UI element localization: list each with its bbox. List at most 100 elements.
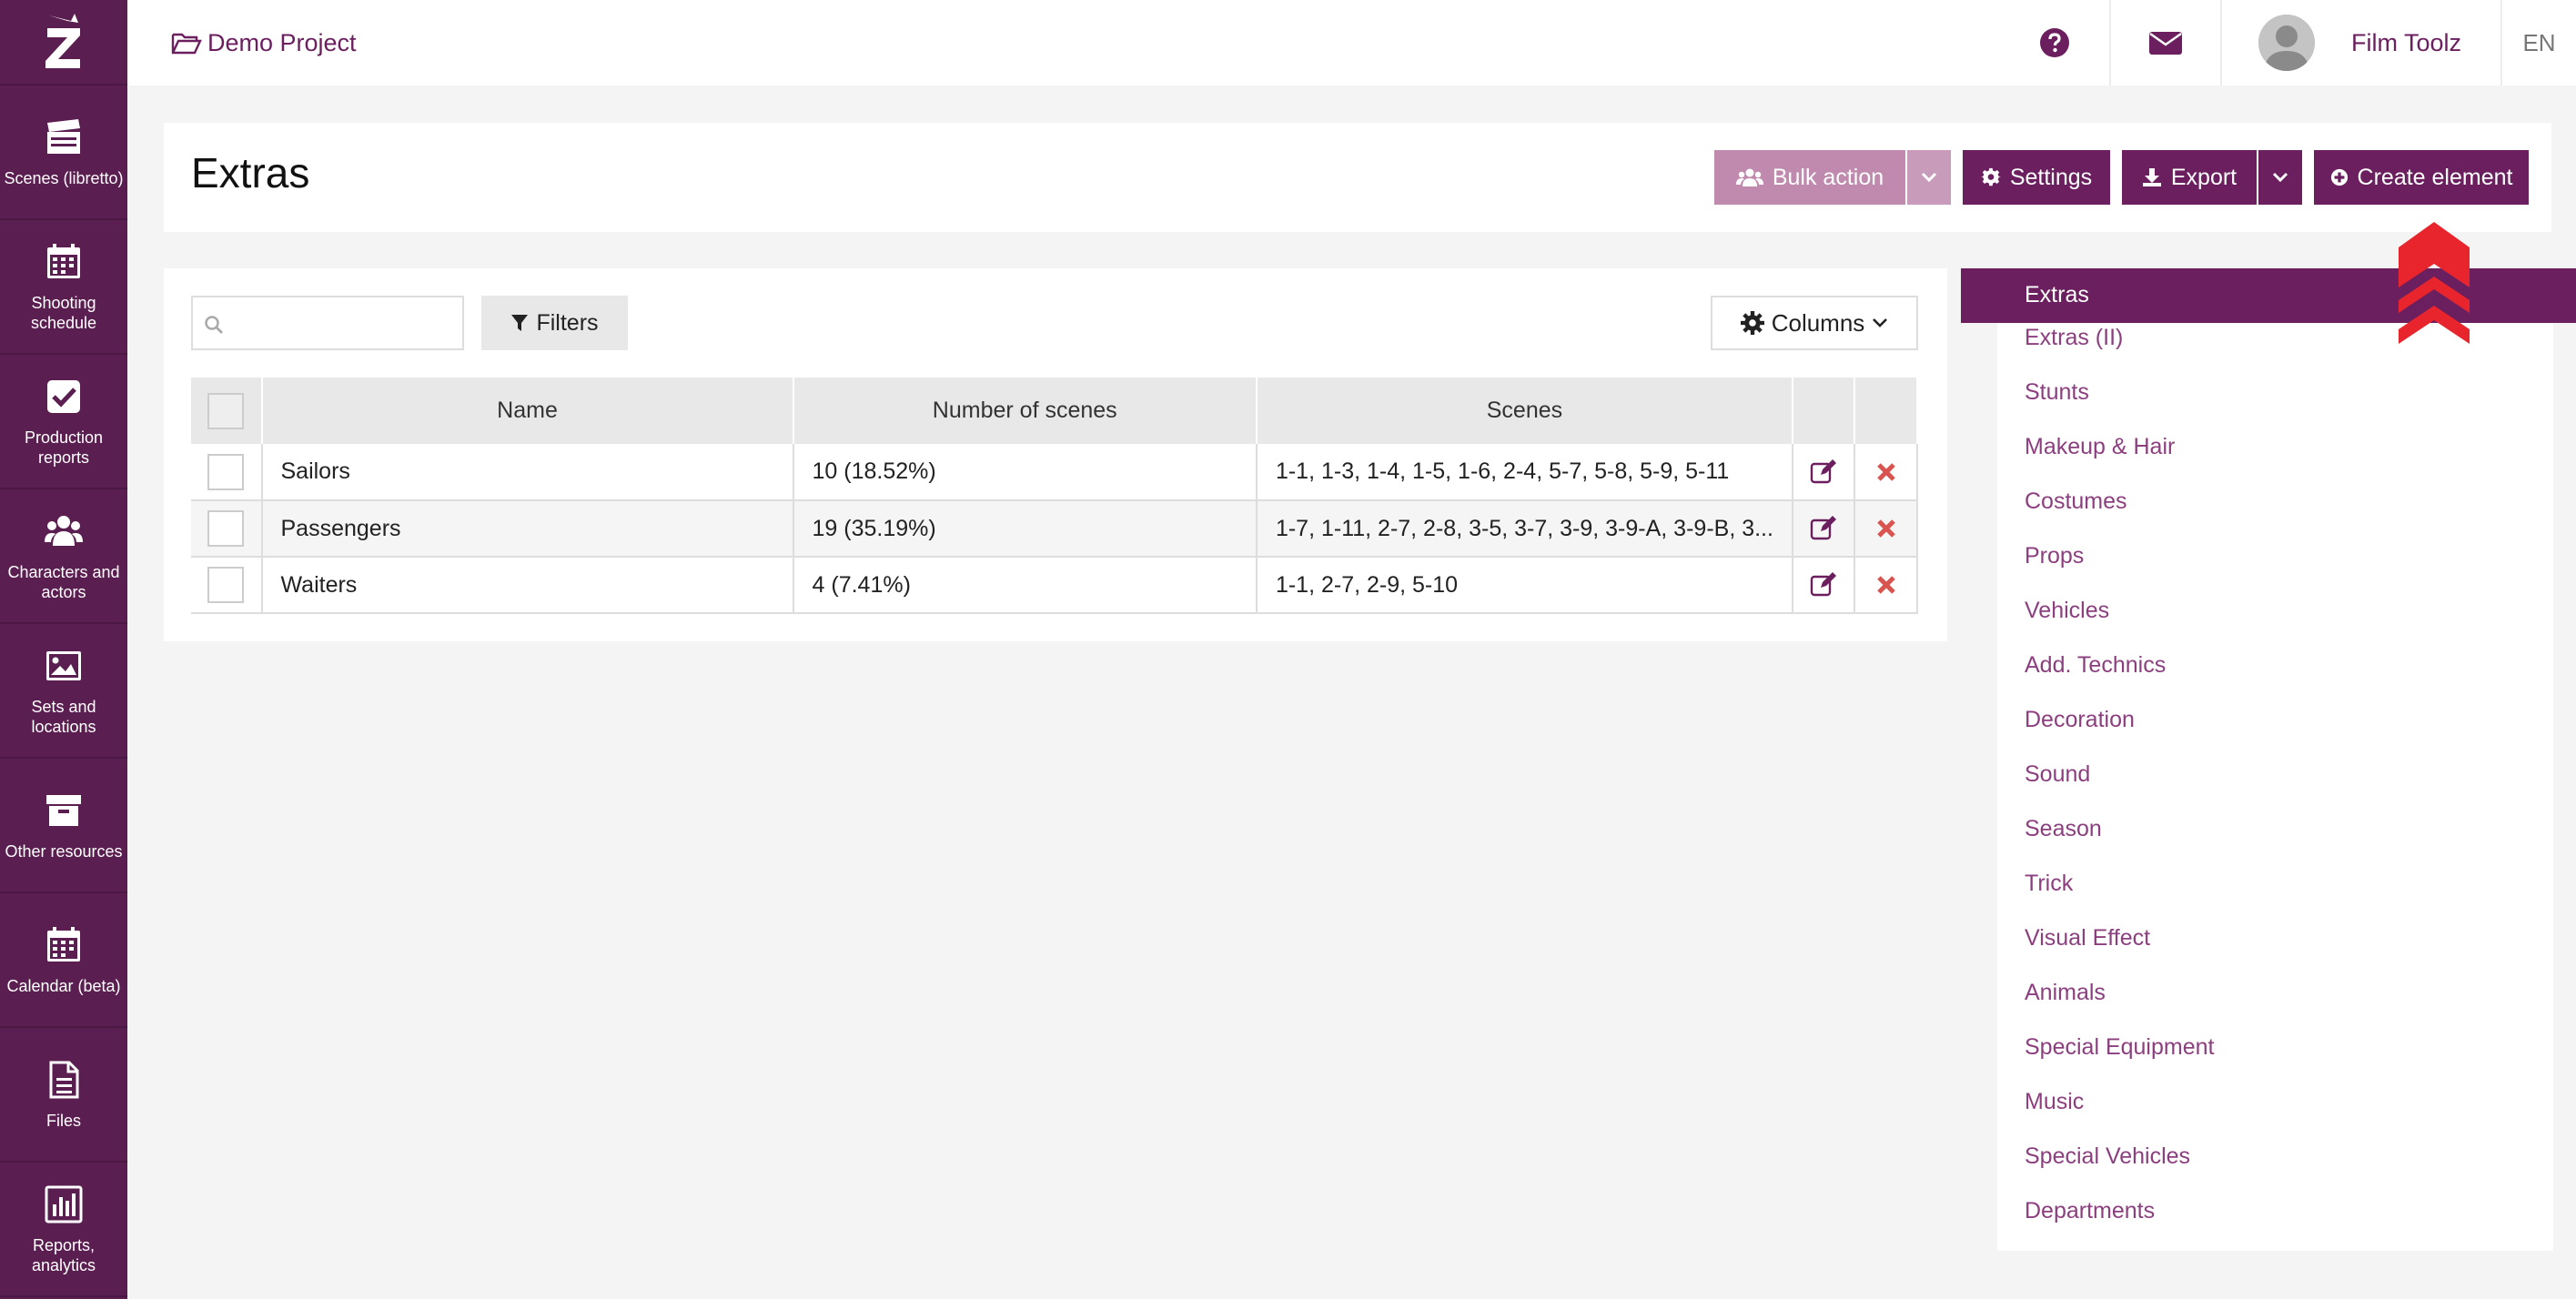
- category-item-sound[interactable]: Sound: [2025, 761, 2090, 788]
- row-checkbox[interactable]: [207, 510, 245, 547]
- column-header-edit: [1792, 378, 1856, 444]
- category-item-decoration[interactable]: Decoration: [2025, 707, 2135, 733]
- bulk-action-button[interactable]: Bulk action: [1714, 150, 1905, 205]
- delete-button[interactable]: [1854, 500, 1918, 558]
- users-icon: [1735, 168, 1763, 186]
- sidebar-item-calendar[interactable]: Calendar (beta): [0, 893, 127, 1028]
- sidebar-item-files[interactable]: Files: [0, 1028, 127, 1163]
- row-name: Sailors: [261, 444, 794, 501]
- language-selector[interactable]: EN: [2500, 0, 2576, 86]
- export-button[interactable]: Export: [2122, 150, 2257, 205]
- sidebar-item-reports[interactable]: Reports, analytics: [0, 1163, 127, 1297]
- row-select-cell: [191, 557, 263, 614]
- row-name: Waiters: [261, 557, 794, 614]
- active-tab-notch: [1961, 268, 1988, 323]
- table-header-row: Name Number of scenes Scenes: [191, 378, 1918, 444]
- sidebar-item-shooting-schedule[interactable]: Shooting schedule: [0, 220, 127, 355]
- category-item-extras-active[interactable]: Extras: [1961, 268, 2576, 323]
- sidebar-item-scenes[interactable]: Scenes (libretto): [0, 86, 127, 220]
- search-box: [191, 296, 464, 350]
- sidebar-item-production-reports[interactable]: Production reports: [0, 355, 127, 489]
- filters-label: Filters: [536, 309, 599, 336]
- edit-button[interactable]: [1792, 500, 1856, 558]
- question-circle-icon: [2040, 28, 2069, 57]
- column-header-scenes[interactable]: Scenes: [1256, 378, 1793, 444]
- edit-icon: [1811, 516, 1837, 540]
- user-avatar-icon: [2258, 15, 2315, 71]
- clapperboard-icon: [42, 116, 86, 159]
- help-button[interactable]: [2000, 0, 2109, 86]
- language-label: EN: [2522, 28, 2556, 56]
- app-logo[interactable]: [0, 0, 127, 86]
- user-menu[interactable]: Film Toolz: [2220, 0, 2500, 86]
- category-item-departments[interactable]: Departments: [2025, 1198, 2155, 1224]
- user-name: Film Toolz: [2351, 28, 2462, 56]
- messages-button[interactable]: [2109, 0, 2220, 86]
- row-select-cell: [191, 444, 263, 501]
- category-item-special-vehicles[interactable]: Special Vehicles: [2025, 1143, 2190, 1170]
- category-item-special-equipment[interactable]: Special Equipment: [2025, 1034, 2214, 1061]
- row-checkbox[interactable]: [207, 567, 245, 603]
- download-icon: [2142, 168, 2161, 186]
- chevron-down-icon: [1873, 318, 1888, 327]
- settings-button[interactable]: Settings: [1963, 150, 2110, 205]
- column-header-number-of-scenes[interactable]: Number of scenes: [793, 378, 1258, 444]
- category-item-music[interactable]: Music: [2025, 1089, 2084, 1115]
- category-item-add-technics[interactable]: Add. Technics: [2025, 652, 2166, 679]
- columns-button[interactable]: Columns: [1711, 296, 1918, 350]
- category-item-makeup-hair[interactable]: Makeup & Hair: [2025, 434, 2175, 460]
- row-scene-count: 10 (18.52%): [793, 444, 1258, 501]
- category-item-extras-ii[interactable]: Extras (II): [2025, 325, 2123, 351]
- row-scenes: 1-1, 2-7, 2-9, 5-10: [1256, 557, 1793, 614]
- table-row: Passengers 19 (35.19%) 1-7, 1-11, 2-7, 2…: [191, 500, 1918, 558]
- bulk-action-dropdown-toggle[interactable]: [1907, 150, 1951, 205]
- row-select-cell: [191, 500, 263, 558]
- gear-icon: [1740, 311, 1764, 335]
- category-item-stunts[interactable]: Stunts: [2025, 379, 2089, 406]
- edit-icon: [1811, 458, 1837, 483]
- sidebar-item-label: Calendar (beta): [6, 977, 121, 995]
- users-icon: [42, 509, 86, 553]
- annotation-arrow-icon: [2399, 222, 2470, 344]
- row-scenes: 1-7, 1-11, 2-7, 2-8, 3-5, 3-7, 3-9, 3-9-…: [1256, 500, 1793, 558]
- category-item-animals[interactable]: Animals: [2025, 980, 2106, 1006]
- row-checkbox[interactable]: [207, 453, 245, 490]
- search-input[interactable]: [233, 297, 460, 348]
- folder-open-icon: [171, 33, 202, 55]
- close-icon: [1876, 576, 1895, 594]
- close-icon: [1876, 462, 1895, 481]
- select-all-checkbox[interactable]: [207, 392, 245, 429]
- table-row: Sailors 10 (18.52%) 1-1, 1-3, 1-4, 1-5, …: [191, 444, 1918, 501]
- export-dropdown-toggle[interactable]: [2258, 150, 2302, 205]
- file-icon: [42, 1058, 86, 1102]
- edit-button[interactable]: [1792, 444, 1856, 501]
- delete-button[interactable]: [1854, 444, 1918, 501]
- filters-button[interactable]: Filters: [481, 296, 628, 350]
- film-toolz-logo-icon: [45, 14, 80, 68]
- edit-button[interactable]: [1792, 557, 1856, 614]
- project-link[interactable]: Demo Project: [171, 29, 357, 57]
- column-header-name[interactable]: Name: [261, 378, 794, 444]
- category-item-costumes[interactable]: Costumes: [2025, 488, 2127, 515]
- columns-label: Columns: [1771, 308, 1865, 337]
- project-name: Demo Project: [207, 28, 357, 56]
- sidebar-item-label: Shooting schedule: [30, 294, 97, 332]
- category-item-trick[interactable]: Trick: [2025, 871, 2073, 897]
- image-icon: [42, 644, 86, 688]
- category-item-season[interactable]: Season: [2025, 816, 2102, 842]
- delete-button[interactable]: [1854, 557, 1918, 614]
- category-item-visual-effect[interactable]: Visual Effect: [2025, 925, 2150, 952]
- sidebar-item-sets-locations[interactable]: Sets and locations: [0, 624, 127, 759]
- create-element-button[interactable]: Create element: [2314, 150, 2529, 205]
- checkbox-icon: [42, 375, 86, 418]
- sidebar-item-other-resources[interactable]: Other resources: [0, 759, 127, 893]
- top-right-controls: Film Toolz EN: [2000, 0, 2576, 86]
- sidebar: Scenes (libretto) Shooting schedule Prod…: [0, 0, 127, 1299]
- envelope-icon: [2149, 32, 2182, 55]
- category-item-props[interactable]: Props: [2025, 543, 2084, 569]
- sidebar-item-characters[interactable]: Characters and actors: [0, 489, 127, 624]
- top-bar: Demo Project Film Toolz EN: [127, 0, 2576, 86]
- avatar: [2258, 15, 2315, 71]
- category-item-vehicles[interactable]: Vehicles: [2025, 598, 2109, 624]
- category-list: Extras (II) Stunts Makeup & Hair Costume…: [1997, 268, 2553, 1251]
